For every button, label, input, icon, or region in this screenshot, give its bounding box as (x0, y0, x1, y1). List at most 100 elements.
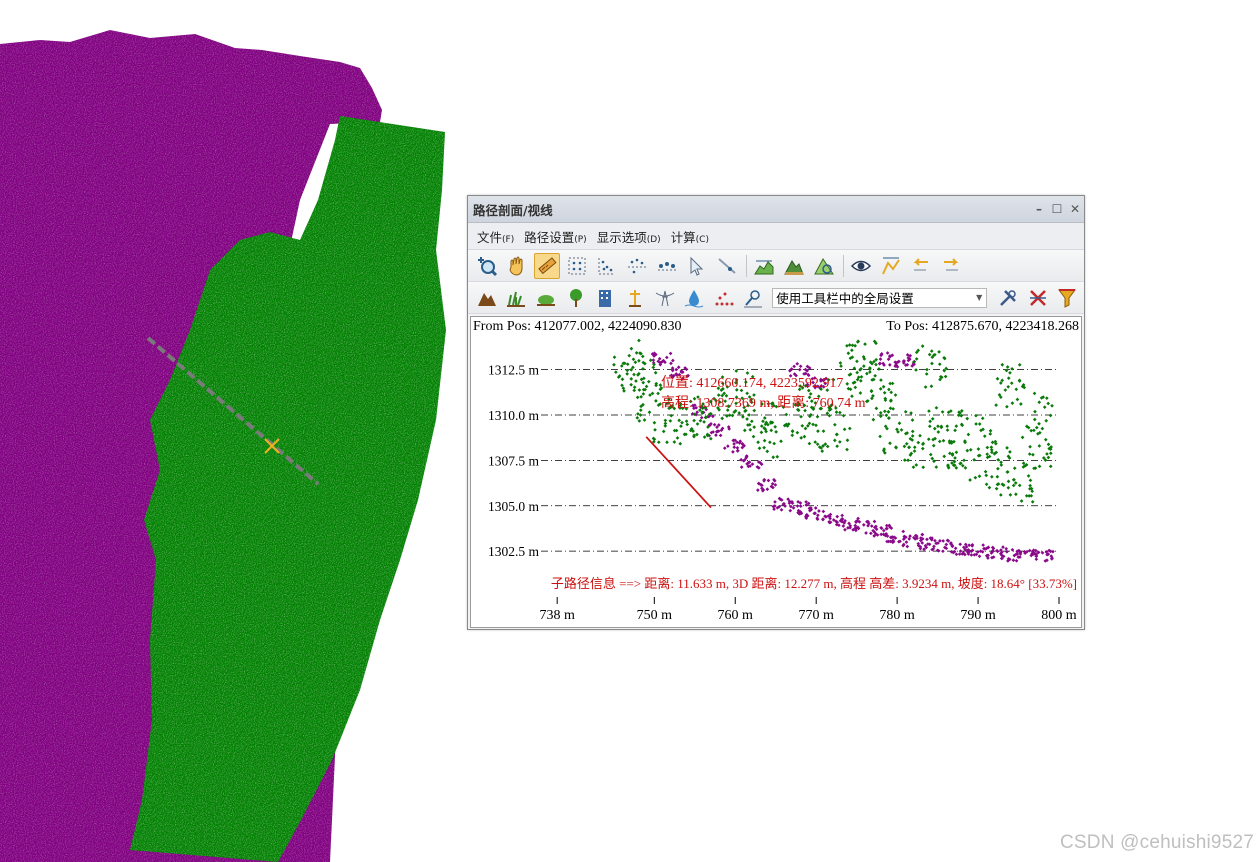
profile-points-icon[interactable] (654, 253, 680, 279)
filter-icon[interactable] (1054, 285, 1080, 311)
vegetation-point (1030, 489, 1035, 494)
ground-icon[interactable] (474, 285, 500, 311)
ground-point (674, 367, 679, 372)
vegetation-point (937, 350, 941, 354)
window-titlebar[interactable]: 路径剖面/视线 – ☐ ✕ (468, 196, 1084, 223)
mountain-profile-icon[interactable] (781, 253, 807, 279)
vegetation-point (838, 440, 842, 444)
vegetation-point (625, 372, 629, 376)
vegetation-point (641, 392, 646, 396)
vegetation-point (614, 370, 618, 375)
vegetation-point (816, 429, 820, 433)
menu-file[interactable]: 文件(F) (472, 227, 519, 246)
powerline-icon[interactable] (652, 285, 678, 311)
minimize-button[interactable]: – (1030, 202, 1048, 216)
water-icon[interactable] (681, 285, 707, 311)
measure-ruler-icon[interactable] (534, 252, 560, 279)
shrub-icon[interactable] (533, 285, 559, 311)
building-icon[interactable] (593, 285, 619, 311)
grid-points-icon[interactable] (564, 253, 590, 279)
pan-hand-icon[interactable] (504, 253, 530, 279)
vegetation-point (877, 367, 881, 371)
settings-tools-icon[interactable] (995, 285, 1021, 311)
menu-calculate[interactable]: 计算(C) (666, 227, 714, 246)
ground-point (941, 549, 945, 554)
ground-point (736, 448, 740, 453)
ground-point (958, 549, 963, 553)
pole-icon[interactable] (622, 285, 648, 311)
vegetation-point (1017, 362, 1022, 367)
vegetation-point (926, 437, 931, 442)
line-of-sight-icon[interactable] (878, 253, 904, 279)
vegetation-point (761, 419, 765, 424)
x-tick-label: 750 m (637, 608, 673, 623)
ground-point (981, 543, 985, 547)
vegetation-point (1012, 477, 1016, 482)
profile-window[interactable]: 路径剖面/视线 – ☐ ✕ 文件(F) 路径设置(P) 显示选项(D) 计算(C… (467, 195, 1085, 630)
vegetation-point (865, 371, 869, 376)
step-forward-icon[interactable] (938, 253, 964, 279)
ground-point (1001, 545, 1005, 549)
zoom-in-icon[interactable] (474, 253, 500, 279)
tree-icon[interactable] (563, 285, 589, 311)
scatter-points-icon[interactable] (594, 253, 620, 279)
ground-point (671, 358, 675, 363)
vegetation-point (692, 418, 696, 423)
ground-point (722, 446, 727, 451)
vegetation-low-icon[interactable] (504, 285, 530, 311)
y-tick-label: 1310.0 m (488, 408, 540, 423)
clear-icon[interactable] (1025, 285, 1051, 311)
vegetation-point (882, 390, 887, 395)
vegetation-point (702, 420, 706, 424)
vegetation-point (1017, 483, 1022, 488)
vegetation-point (1015, 397, 1020, 402)
close-button[interactable]: ✕ (1066, 202, 1084, 216)
menu-path-settings[interactable]: 路径设置(P) (519, 227, 591, 246)
ground-point (798, 504, 803, 508)
vegetation-point (912, 445, 917, 450)
vegetation-point (1006, 376, 1011, 381)
vegetation-point (672, 428, 677, 433)
chevron-down-icon[interactable]: ▼ (972, 293, 986, 302)
vegetation-point (987, 485, 992, 490)
select-arrow-icon[interactable] (684, 253, 710, 279)
vegetation-point (833, 422, 837, 427)
line-select-icon[interactable] (714, 253, 740, 279)
area-profile-icon[interactable] (811, 253, 837, 279)
vegetation-point (803, 426, 808, 431)
ground-point (957, 552, 962, 556)
vegetation-point (820, 449, 825, 453)
vegetation-point (884, 413, 889, 418)
pen-select-icon[interactable] (741, 285, 767, 311)
ground-point (885, 351, 890, 355)
vegetation-point (928, 452, 933, 457)
ground-point (920, 532, 925, 537)
terrain-profile-icon[interactable] (751, 253, 777, 279)
maximize-button[interactable]: ☐ (1048, 202, 1066, 216)
vegetation-point (799, 436, 804, 440)
menu-display-options[interactable]: 显示选项(D) (592, 227, 666, 246)
vegetation-point (685, 422, 690, 427)
visibility-eye-icon[interactable] (848, 253, 874, 279)
ground-point (739, 465, 744, 469)
vegetation-point (862, 364, 866, 368)
vegetation-point (859, 375, 864, 379)
ground-point (869, 531, 873, 536)
global-settings-select[interactable]: 使用工具栏中的全局设置 ▼ (772, 287, 988, 308)
vegetation-point (940, 410, 945, 414)
vegetation-point (641, 380, 646, 385)
ground-point (772, 507, 776, 511)
step-back-icon[interactable] (908, 253, 934, 279)
vegetation-point (1013, 481, 1018, 485)
vegetation-point (988, 432, 993, 436)
ground-point (841, 524, 846, 528)
vegetation-point (887, 387, 891, 392)
vegetation-point (1012, 466, 1017, 471)
vegetation-point (1048, 451, 1053, 456)
profile-plot[interactable]: From Pos: 412077.002, 4224090.830 To Pos:… (470, 316, 1082, 628)
vegetation-point (679, 424, 683, 429)
vegetation-point (765, 449, 770, 454)
dotted-line-icon[interactable] (711, 285, 737, 311)
vegetation-point (825, 444, 830, 449)
point-line-icon[interactable] (624, 253, 650, 279)
